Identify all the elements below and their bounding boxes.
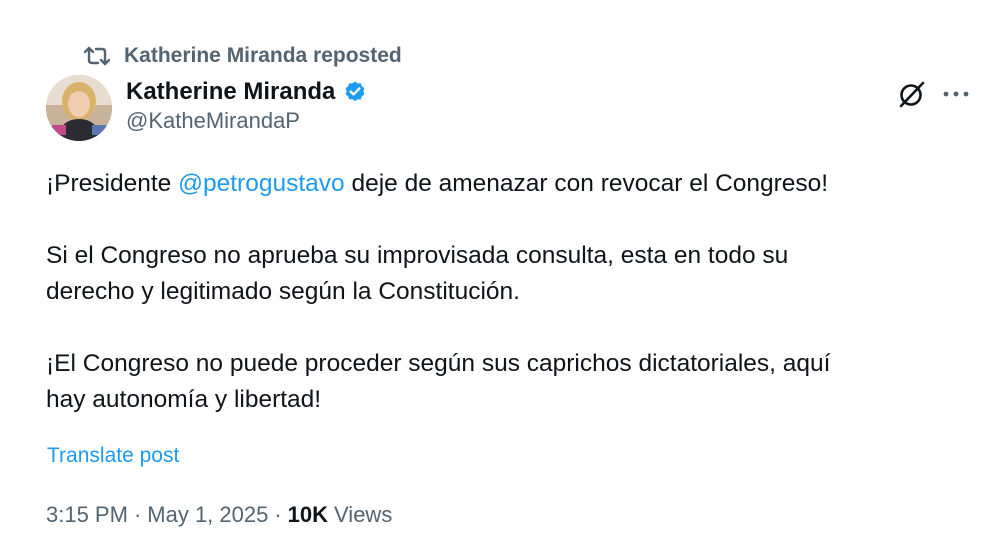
- tweet-paragraph-2-line-2: derecho y legitimado según la Constituci…: [46, 278, 520, 305]
- author-name[interactable]: Katherine Miranda: [126, 78, 335, 106]
- author-name-row[interactable]: Katherine Miranda: [126, 76, 367, 108]
- meta-separator: ·: [274, 502, 282, 527]
- post-time[interactable]: 3:15 PM: [46, 502, 128, 528]
- repost-label[interactable]: Katherine Miranda reposted: [124, 44, 402, 68]
- tweet-text-prefix: ¡Presidente: [46, 170, 179, 197]
- tweet-text: ¡Presidente @petrogustavo deje de amenaz…: [46, 166, 966, 418]
- meta-separator: ·: [133, 502, 142, 527]
- grok-icon[interactable]: [896, 78, 928, 110]
- translate-post-link[interactable]: Translate post: [47, 444, 179, 468]
- tweet-meta: 3:15 PM · May 1, 2025 · 10K Views: [46, 502, 392, 528]
- tweet-paragraph-3-line-1: ¡El Congreso no puede proceder según sus…: [46, 350, 831, 377]
- mention-link[interactable]: @petrogustavo: [178, 170, 345, 197]
- avatar[interactable]: [46, 75, 112, 141]
- views-count: 10K: [287, 502, 329, 527]
- tweet-paragraph-2-line-1: Si el Congreso no aprueba su improvisada…: [46, 242, 789, 269]
- views-label: Views: [334, 502, 393, 527]
- repost-icon: [84, 45, 110, 67]
- tweet-paragraph-1: ¡Presidente @petrogustavo deje de amenaz…: [46, 166, 966, 202]
- post-date[interactable]: May 1, 2025: [147, 502, 268, 528]
- tweet-paragraph-3-line-2: hay autonomía y libertad!: [46, 386, 322, 413]
- verified-badge-icon[interactable]: [343, 80, 367, 104]
- tweet-text-suffix: deje de amenazar con revocar el Congreso…: [344, 170, 829, 197]
- author-handle[interactable]: @KatheMirandaP: [126, 108, 300, 134]
- more-options-icon[interactable]: [940, 80, 972, 108]
- repost-header[interactable]: Katherine Miranda reposted: [84, 42, 402, 70]
